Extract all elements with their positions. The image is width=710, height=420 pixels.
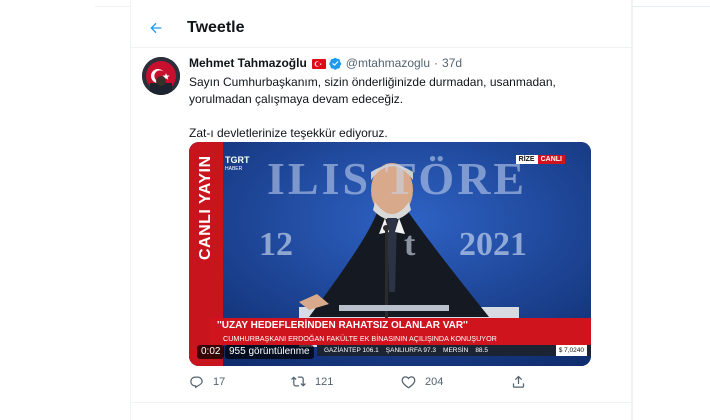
like-button[interactable]: 204 [401, 374, 443, 389]
turkey-flag-icon [311, 58, 326, 69]
retweet-icon [291, 376, 306, 387]
video-player[interactable]: ILIS TÖRE 12 t 2021 TGRT HABER RİZE CANL… [189, 142, 591, 366]
tweet-actions: 17 121 204 [189, 374, 549, 392]
author-handle[interactable]: @mtahmazoglu [346, 56, 430, 70]
news-ticker: GAZİANTEP 106.1 ŞANLIURFA 97.3 MERSİN 88… [317, 345, 591, 356]
ticker-item: 88.5 [475, 347, 488, 354]
tweet-time[interactable]: 37d [442, 56, 462, 70]
separator-dot: · [434, 56, 439, 70]
back-button[interactable] [139, 11, 173, 45]
retweet-count: 121 [315, 375, 334, 388]
backdrop-date-left: 12 [259, 226, 293, 263]
ticker-item: ŞANLIURFA 97.3 [385, 347, 437, 354]
video-duration: 0:02 [197, 345, 225, 359]
tweet-text-line: yorulmadan çalışmaya devam edeceğiz. [189, 92, 404, 106]
channel-logo-sub: HABER [225, 166, 243, 172]
verified-badge-icon [329, 57, 342, 70]
share-button[interactable] [511, 374, 526, 389]
video-views: 955 görüntülenme [225, 345, 314, 359]
location-badge: RİZE CANLI [515, 155, 565, 164]
backdrop-text: ILIS TÖRE [267, 153, 528, 204]
reply-icon [190, 376, 203, 389]
live-badge: CANLI [537, 155, 565, 164]
backdrop-date-right: 2021 [459, 226, 527, 263]
page-title: Tweetle [187, 18, 245, 36]
tweet-header: Mehmet Tahmazoğlu @mtahmazoglu · 37d [189, 56, 462, 70]
tweet-text-line: Zat-ı devletlerinize teşekkür ediyoruz. [189, 126, 388, 140]
ticker-item: GAZİANTEP 106.1 [324, 347, 379, 354]
avatar[interactable] [142, 57, 180, 95]
retweet-button[interactable]: 121 [291, 374, 333, 389]
ticker-item: MERSİN [443, 347, 469, 354]
tweet-text: Sayın Cumhurbaşkanım, sizin önderliğiniz… [189, 74, 599, 142]
heart-icon [401, 376, 416, 389]
tweet-text-line: Sayın Cumhurbaşkanım, sizin önderliğiniz… [189, 75, 556, 89]
backdrop-date-mid: t [404, 226, 416, 263]
right-sidebar-area [632, 0, 710, 420]
reply-count: 17 [213, 375, 226, 388]
arrow-left-icon [150, 22, 162, 33]
bottom-divider [131, 402, 631, 403]
location-label: RİZE [515, 155, 538, 164]
page-header: Tweetle [131, 8, 631, 48]
channel-logo-text: TGRT [225, 155, 250, 165]
right-top-divider [632, 6, 710, 7]
author-name[interactable]: Mehmet Tahmazoğlu [189, 56, 307, 70]
news-headline: ''UZAY HEDEFLERİNDEN RAHATSIZ OLANLAR VA… [209, 318, 591, 333]
ticker-currency: $ 7,0240 [555, 345, 587, 356]
tweet-detail-column: Tweetle Mehmet Tahmazoğlu @mtahmazoglu ·… [130, 0, 632, 420]
like-count: 204 [425, 375, 444, 388]
news-subheadline: CUMHURBAŞKANI ERDOĞAN FAKÜLTE EK BİNASIN… [209, 333, 591, 345]
live-broadcast-label: CANLI YAYIN [197, 155, 214, 261]
left-sidebar-area [0, 0, 130, 420]
channel-logo: TGRT HABER [225, 156, 250, 174]
share-icon [512, 375, 525, 388]
reply-button[interactable]: 17 [189, 374, 225, 389]
